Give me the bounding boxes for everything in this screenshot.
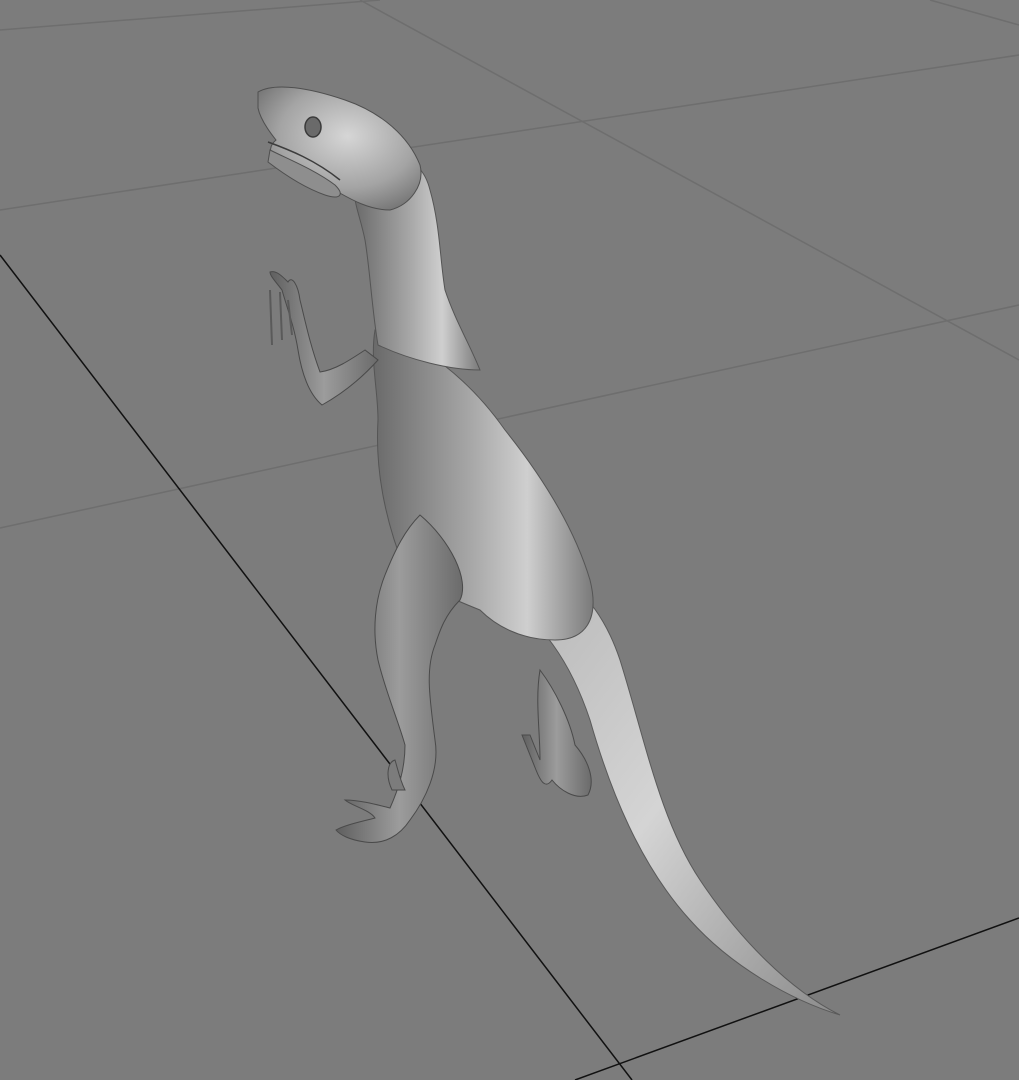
raptor-arm [269,271,379,406]
raptor-eye [304,116,322,138]
raptor-model[interactable] [257,86,841,1016]
grid-axis-lines [0,254,1019,1080]
raptor-near-leg [335,514,464,844]
viewport-canvas[interactable] [0,0,1019,1080]
3d-viewport[interactable] [0,0,1019,1080]
